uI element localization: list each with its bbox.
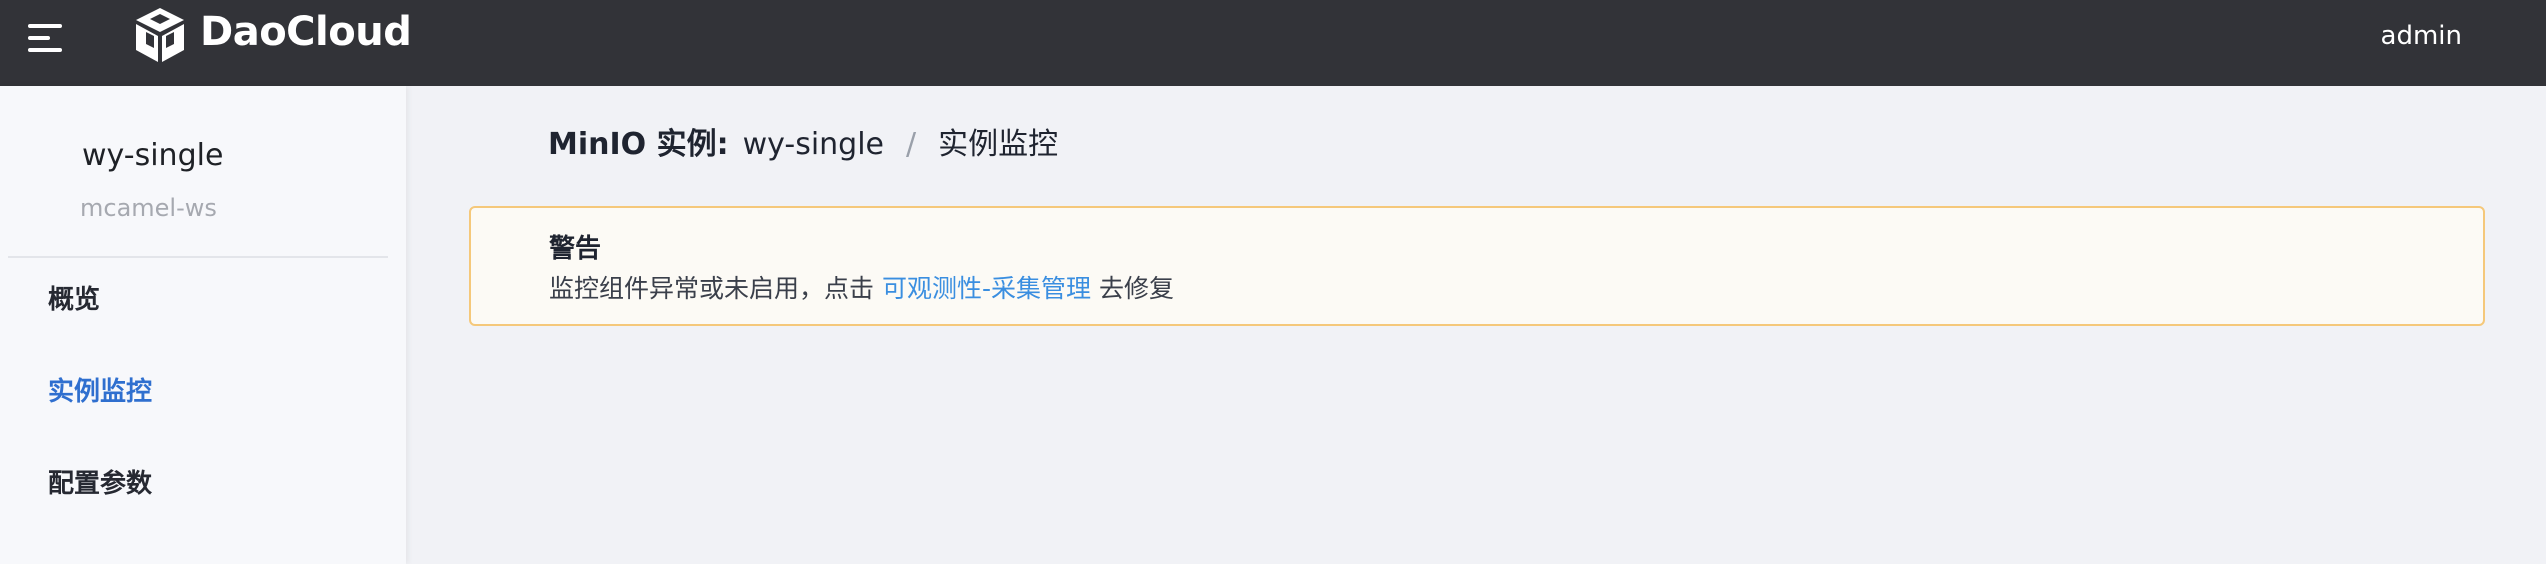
breadcrumb-current: 实例监控: [938, 127, 1059, 162]
menu-line: [28, 24, 62, 28]
breadcrumb-root[interactable]: MinIO 实例:: [548, 127, 729, 162]
alert-message-suffix: 去修复: [1099, 274, 1175, 303]
sidebar-divider: [8, 256, 388, 258]
top-nav-bar: DaoCloud admin: [0, 0, 2546, 86]
sidebar-item-instance-monitoring[interactable]: 实例监控: [48, 374, 152, 410]
alert-message-prefix: 监控组件异常或未启用，点击: [549, 274, 875, 303]
sidebar-workspace-subtitle: mcamel-ws: [80, 194, 217, 222]
user-menu[interactable]: admin: [2381, 18, 2462, 54]
logo-text[interactable]: DaoCloud: [200, 6, 412, 58]
breadcrumb-instance[interactable]: wy-single: [743, 127, 884, 162]
sidebar: wy-single mcamel-ws 概览 实例监控 配置参数: [0, 86, 406, 564]
menu-line: [28, 36, 50, 40]
sidebar-item-config-params[interactable]: 配置参数: [48, 466, 152, 502]
breadcrumb-separator: /: [906, 127, 917, 162]
sidebar-item-overview[interactable]: 概览: [48, 282, 100, 318]
alert-title: 警告: [549, 234, 602, 264]
breadcrumb: MinIO 实例: wy-single / 实例监控: [548, 124, 1058, 166]
observability-collection-link[interactable]: 可观测性-采集管理: [882, 274, 1091, 303]
hamburger-menu-icon[interactable]: [26, 22, 66, 56]
warning-alert: 警告 监控组件异常或未启用，点击 可观测性-采集管理 去修复: [469, 206, 2485, 326]
alert-message: 监控组件异常或未启用，点击 可观测性-采集管理 去修复: [549, 272, 1174, 306]
sidebar-instance-title: wy-single: [82, 138, 224, 173]
menu-line: [28, 48, 62, 52]
daocloud-logo-icon[interactable]: [132, 6, 188, 64]
